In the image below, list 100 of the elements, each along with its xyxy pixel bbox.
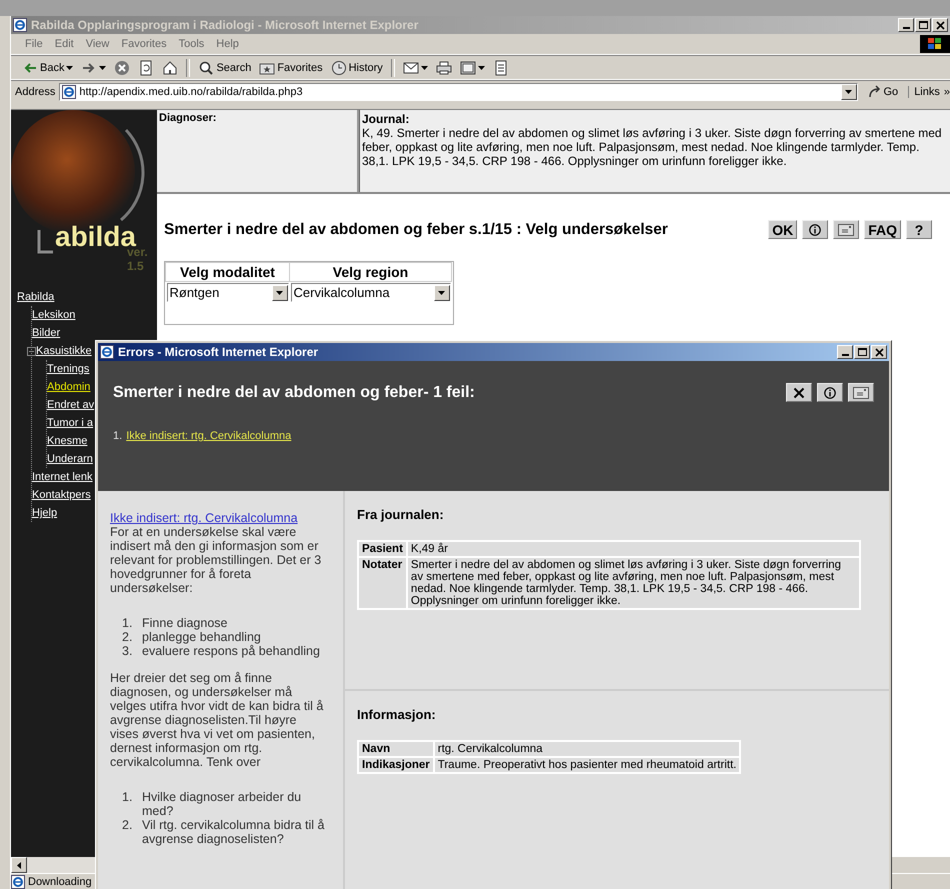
- menu-item[interactable]: Edit: [48, 38, 80, 50]
- browser-page-icon: [13, 18, 27, 32]
- table-cell: Smerter i nedre del av abdomen og slimet løs avføring i 3 uker. Siste døgn forverring av smertene med feber, oppkast og lite avføring, men noe luft. Palpasjonsøm, mest nedad. Noe klingende tarmlyder. Temp. 38,1. LPK 19,5 - 34,5. CRP 198 - 466. Opplysninger om urinfunn foreligger ikke.: [408, 558, 859, 608]
- version-label: ver. 1.5: [127, 245, 149, 273]
- toolbar-button[interactable]: ?: [906, 220, 932, 239]
- list-number: 1.: [122, 616, 134, 630]
- close-icon: [793, 386, 805, 398]
- address-label: Address: [15, 86, 56, 98]
- back-arrow-button[interactable]: Back: [19, 58, 76, 76]
- envelope-icon: [402, 60, 419, 76]
- maximize-icon: [918, 20, 928, 30]
- panel-label: Journal:: [362, 112, 410, 126]
- tree-link[interactable]: Bilder: [32, 324, 60, 342]
- scroll-left-icon: [17, 862, 21, 868]
- table-cell: Notater: [359, 558, 406, 608]
- list-number: 3.: [122, 644, 134, 658]
- dropdown-caret-icon: [438, 290, 445, 294]
- close-icon: [936, 20, 944, 30]
- list-item-text: evaluere respons på behandling: [142, 644, 320, 658]
- tree-link[interactable]: Kontaktpers: [32, 486, 91, 504]
- maximize-button[interactable]: [854, 345, 870, 359]
- window-title: Errors - Microsoft Internet Explorer: [118, 345, 320, 359]
- list-item-text: planlegge behandling: [142, 630, 261, 644]
- minimize-icon: [842, 354, 848, 356]
- menu-item[interactable]: Favorites: [115, 38, 173, 50]
- table-cell: rtg. Cervikalcolumna: [434, 742, 740, 756]
- tree-link[interactable]: Abdomin: [47, 378, 90, 396]
- list-item-text: Hvilke diagnoser arbeider du med?: [142, 790, 302, 818]
- collapse-icon[interactable]: [27, 346, 36, 356]
- list-number: 1.: [122, 790, 134, 806]
- menu-item[interactable]: Tools: [172, 38, 210, 50]
- error-heading: Smerter i nedre del av abdomen og feber- 1 feil:: [113, 384, 476, 402]
- home-icon: [162, 60, 178, 76]
- tree-link[interactable]: Leksikon: [32, 306, 76, 324]
- maximize-icon: [858, 348, 866, 356]
- page-title: Smerter i nedre del av abdomen og feber s.1/15 : Velg undersøkelser: [164, 220, 669, 238]
- search-icon: [198, 60, 214, 76]
- note-button[interactable]: [833, 220, 860, 239]
- note-button[interactable]: [848, 383, 874, 402]
- tree-link[interactable]: Kasuistikke: [36, 342, 92, 360]
- dropdown-field[interactable]: Cervikalcolumna: [290, 283, 450, 302]
- horizontal-scrollbar[interactable]: [11, 857, 96, 874]
- links-button[interactable]: Links: [914, 86, 940, 98]
- section-heading: Fra journalen:: [357, 507, 445, 522]
- document-icon: [492, 60, 509, 76]
- explanation-link[interactable]: Ikke indisert: rtg. Cervikalcolumna: [110, 511, 298, 525]
- clock-icon: [330, 60, 347, 76]
- tree-link[interactable]: Underarn: [47, 450, 93, 468]
- close-button[interactable]: [786, 383, 812, 402]
- window-title: Rabilda Opplaringsprogram i Radiologi - Microsoft Internet Explorer: [31, 18, 420, 32]
- dropdown-field[interactable]: Røntgen: [166, 283, 288, 302]
- go-button[interactable]: Go: [862, 85, 904, 99]
- toolbar-button[interactable]: FAQ: [864, 220, 901, 239]
- tree-link[interactable]: Hjelp: [32, 504, 58, 522]
- list-number: 1.: [113, 430, 122, 442]
- search-button[interactable]: Search: [195, 58, 254, 76]
- clock-button[interactable]: History: [328, 58, 386, 76]
- table-cell: Navn: [359, 742, 433, 756]
- toolbar-button[interactable]: OK: [768, 220, 798, 239]
- stop-icon: [114, 60, 130, 76]
- printer-icon: [436, 60, 452, 76]
- window-icon: [460, 60, 476, 76]
- info-button[interactable]: [817, 383, 843, 402]
- more-chevron[interactable]: »: [944, 86, 950, 98]
- note-card-icon: [838, 224, 854, 236]
- table-cell: Traume. Preoperativt hos pasienter med rheumatoid artritt.: [434, 758, 740, 772]
- tree-link[interactable]: Internet lenk: [32, 468, 93, 486]
- info-button[interactable]: [802, 220, 828, 239]
- maximize-button[interactable]: [915, 18, 931, 32]
- minimize-button[interactable]: [898, 18, 914, 32]
- menu-item[interactable]: View: [80, 38, 116, 50]
- menu-item[interactable]: File: [19, 38, 49, 50]
- tree-link[interactable]: Trenings: [47, 360, 90, 378]
- list-number: 2.: [122, 630, 134, 644]
- minimize-icon: [902, 27, 910, 29]
- error-link[interactable]: Ikke indisert: rtg. Cervikalcolumna: [126, 430, 292, 442]
- column-header: Velg modalitet: [166, 262, 290, 282]
- tree-link[interactable]: Knesme: [47, 432, 88, 450]
- menu-item[interactable]: Help: [210, 38, 245, 50]
- tree-link[interactable]: Endret av: [47, 396, 94, 414]
- journal-text: K, 49. Smerter i nedre del av abdomen og slimet løs avføring i 3 uker. Siste døgn forverring av smertene med feber, oppkast og lite avføring, men noe luft. Palpasjonsøm, mest nedad. Noe klingende tarmlyder. Temp. 38,1. LPK 19,5 - 34,5. CRP 198 - 466. Opplysninger om urinfunn foreligger ikke.: [362, 126, 943, 168]
- list-number: 2.: [122, 818, 134, 834]
- caret-icon: [845, 90, 852, 94]
- dropdown-caret-icon: [276, 290, 283, 294]
- tree-link[interactable]: Tumor i a: [47, 414, 94, 432]
- note-card-icon: [853, 386, 869, 398]
- explanation-text: For at en undersøkelse skal være indisert må den gi informasjon som er relevant for problemstillingen. Det er 3 hovedgrunner for å foreta undersøkelser:: [110, 525, 322, 595]
- table-cell: Indikasjoner: [359, 758, 433, 772]
- go-arrow-icon: [868, 85, 882, 99]
- explanation-text: Her dreier det seg om å finne diagnosen, og undersøkelser må velges utifra hvor vidt de kan bidra til å avgrense diagnoselisten.Til høyre vises øverst hva vi vet om pasienten, dernest informasjon om rtg. cervikalcolumna. Tenk over: [110, 671, 324, 769]
- folder-star-button[interactable]: Favorites: [256, 58, 326, 76]
- address-field[interactable]: http://apendix.med.uib.no/rabilda/rabilda.php3: [59, 83, 858, 101]
- tree-link[interactable]: Rabilda: [17, 288, 54, 306]
- browser-page-icon: [62, 85, 76, 99]
- info-icon: [809, 224, 822, 236]
- status-text: Downloading: [28, 876, 92, 888]
- table-cell: Pasient: [359, 542, 406, 556]
- refresh-icon: [138, 60, 154, 76]
- minimize-button[interactable]: [837, 345, 853, 359]
- dropdown-button[interactable]: [840, 84, 856, 100]
